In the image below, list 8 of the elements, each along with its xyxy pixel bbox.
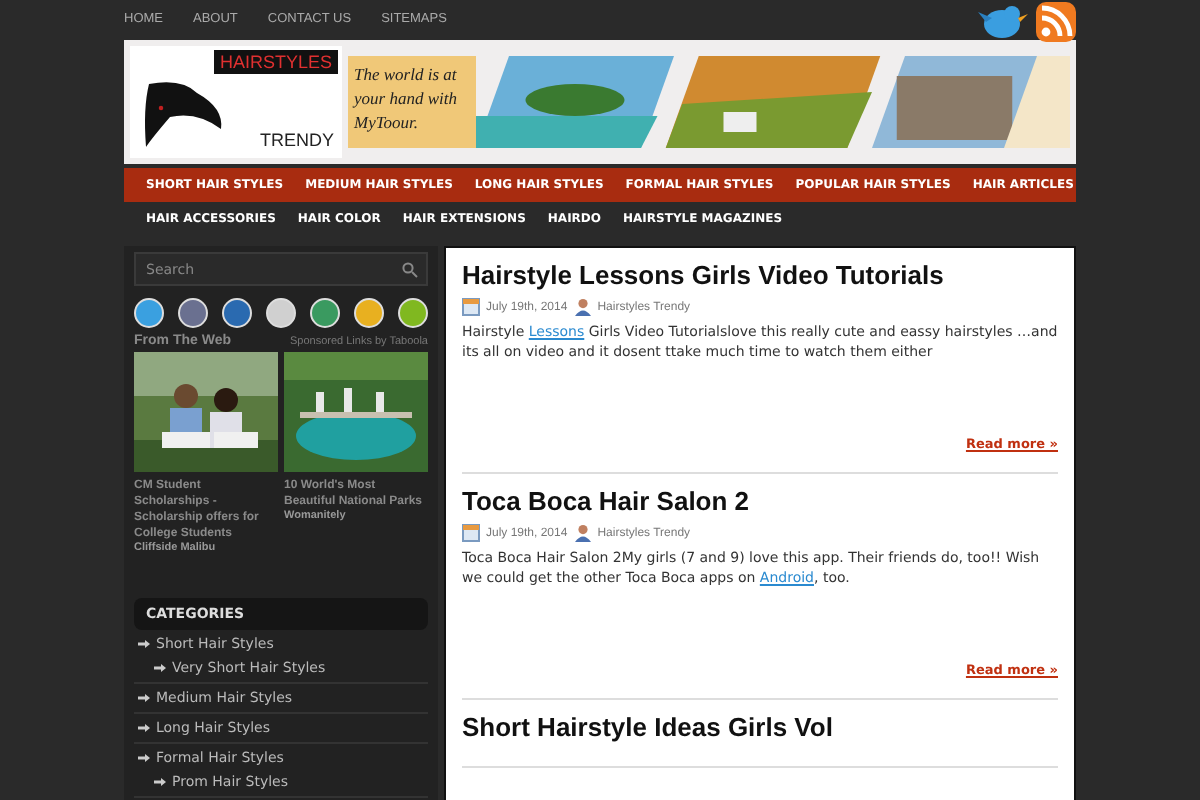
ad-text: The world is at your hand with MyToour.: [348, 56, 476, 148]
logo[interactable]: HAIRSTYLES TRENDY: [130, 46, 342, 158]
post-title[interactable]: Toca Boca Hair Salon 2: [462, 486, 1058, 516]
logo-subtitle: TRENDY: [259, 130, 334, 150]
logo-title: HAIRSTYLES: [213, 50, 338, 74]
post-title[interactable]: Hairstyle Lessons Girls Video Tutorials: [462, 260, 1058, 290]
travel-ad[interactable]: The world is at your hand with MyToour.: [348, 56, 1070, 148]
post-title[interactable]: Short Hairstyle Ideas Girls Vol: [462, 712, 1058, 742]
